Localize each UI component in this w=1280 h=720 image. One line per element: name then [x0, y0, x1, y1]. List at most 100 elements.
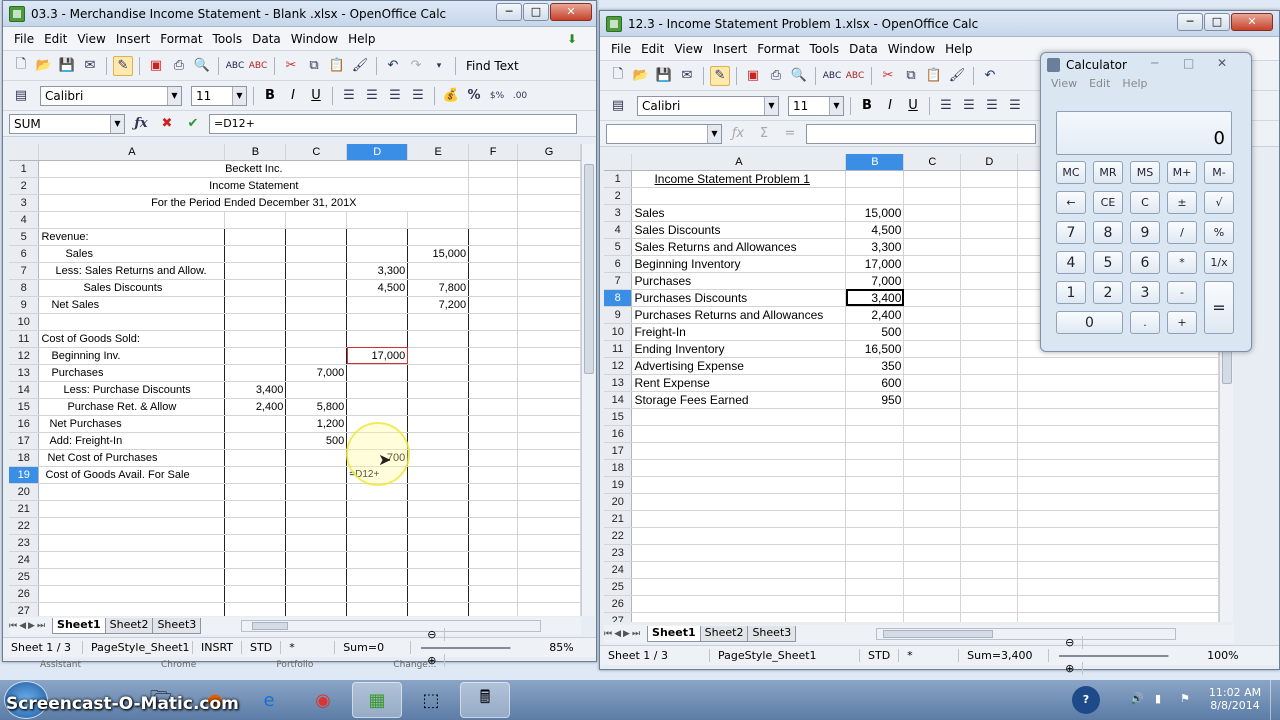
cell-f24[interactable] — [468, 551, 519, 569]
tab-sheet3[interactable]: Sheet3 — [747, 626, 797, 642]
cell-b20[interactable] — [845, 493, 905, 511]
export-pdf-icon[interactable]: ▣ — [146, 56, 166, 76]
cell-c7[interactable] — [903, 272, 962, 290]
cell-b24[interactable] — [224, 551, 287, 569]
row-header[interactable]: 14 — [604, 391, 633, 409]
cell-f4[interactable] — [468, 211, 519, 229]
percent-format-icon[interactable]: % — [464, 86, 484, 106]
row-header[interactable]: 11 — [9, 330, 40, 348]
cell-b25[interactable] — [845, 578, 905, 596]
row-header[interactable]: 1 — [604, 170, 633, 188]
cell-a9[interactable]: Net Sales — [38, 296, 226, 314]
cell-g5[interactable] — [517, 228, 581, 246]
cell-a17[interactable] — [631, 442, 847, 460]
cell-g12[interactable] — [517, 347, 581, 365]
zoom-minus-icon[interactable]: ⊖ — [1057, 636, 1084, 649]
calc-button-sqrt[interactable]: √ — [1204, 191, 1234, 214]
row-header[interactable]: 5 — [9, 228, 40, 246]
calc-button-8[interactable]: 8 — [1093, 221, 1123, 244]
print-preview-icon[interactable]: 🔍 — [192, 56, 212, 76]
cell-d13[interactable] — [960, 374, 1019, 392]
minimize-button[interactable]: ─ — [496, 3, 522, 21]
cell-b8[interactable] — [224, 279, 287, 297]
align-left-icon[interactable]: ☰ — [936, 96, 956, 116]
row-header[interactable]: 12 — [9, 347, 40, 365]
cell-b16[interactable] — [224, 415, 287, 433]
cell-d3[interactable] — [960, 204, 1019, 222]
cell-e4[interactable] — [407, 211, 470, 229]
cell-e14[interactable] — [1017, 391, 1219, 409]
show-desktop-button[interactable] — [1270, 680, 1280, 720]
cell-c3[interactable] — [903, 204, 962, 222]
cell-c4[interactable] — [903, 221, 962, 239]
row-header[interactable]: 4 — [9, 211, 40, 229]
cell-g27[interactable] — [517, 602, 581, 616]
cell-b7[interactable]: 7,000 — [845, 272, 905, 290]
cell-f16[interactable] — [468, 415, 519, 433]
cell-g8[interactable] — [517, 279, 581, 297]
cell-c19[interactable] — [285, 466, 348, 484]
column-header-g[interactable]: G — [517, 144, 581, 161]
row-header[interactable]: 27 — [9, 602, 40, 616]
cell-g1[interactable] — [517, 160, 581, 178]
cell-e23[interactable] — [1017, 544, 1219, 562]
copy-icon[interactable]: ⧉ — [304, 56, 324, 76]
cell-a20[interactable] — [631, 493, 847, 511]
cell-a4[interactable]: Sales Discounts — [631, 221, 847, 239]
cell-c16[interactable]: 1,200 — [285, 415, 348, 433]
cell-e24[interactable] — [407, 551, 470, 569]
status-selection-mode[interactable]: STD — [242, 641, 282, 654]
align-right-icon[interactable]: ☰ — [385, 86, 405, 106]
cell-d7[interactable]: 3,300 — [346, 262, 409, 280]
print-preview-icon[interactable]: 🔍 — [789, 66, 809, 86]
cell-e5[interactable] — [407, 228, 470, 246]
cell-d6[interactable] — [346, 245, 409, 263]
row-header[interactable]: 26 — [9, 585, 40, 603]
cell-e27[interactable] — [1017, 612, 1219, 622]
cell-b18[interactable] — [224, 449, 287, 467]
corner-cell[interactable] — [604, 154, 633, 171]
cell-b18[interactable] — [845, 459, 905, 477]
cell-a24[interactable] — [38, 551, 226, 569]
calc-button-ms[interactable]: MS — [1130, 161, 1160, 184]
cell-e24[interactable] — [1017, 561, 1219, 579]
cell-f14[interactable] — [468, 381, 519, 399]
cell-d19[interactable] — [960, 476, 1019, 494]
cell-b22[interactable] — [845, 527, 905, 545]
cell-e13[interactable] — [407, 364, 470, 382]
undo-icon[interactable]: ↶ — [383, 56, 403, 76]
calc-button-clear[interactable]: C — [1130, 191, 1160, 214]
status-zoom[interactable]: 100% — [1199, 649, 1246, 662]
redo-icon[interactable]: ↷ — [406, 56, 426, 76]
taskbar-chrome-icon[interactable]: ◉ — [298, 682, 348, 718]
cell-a18[interactable]: Net Cost of Purchases — [38, 449, 226, 467]
styles-icon[interactable]: ▤ — [608, 96, 628, 116]
cell-e10[interactable] — [407, 313, 470, 331]
cell-c9[interactable] — [903, 306, 962, 324]
cell-e18[interactable] — [407, 449, 470, 467]
cell-e15[interactable] — [1017, 408, 1219, 426]
save-icon[interactable]: 💾 — [654, 66, 674, 86]
cell-f6[interactable] — [468, 245, 519, 263]
cell-b4[interactable] — [224, 211, 287, 229]
cell-a19[interactable] — [631, 476, 847, 494]
cell-a25[interactable] — [631, 578, 847, 596]
cell-g15[interactable] — [517, 398, 581, 416]
cell-c17[interactable] — [903, 442, 962, 460]
cell-a8[interactable]: Sales Discounts — [38, 279, 226, 297]
cell-a3[interactable]: For the Period Ended December 31, 201X — [38, 194, 470, 212]
cell-g3[interactable] — [517, 194, 581, 212]
calc-button-backspace[interactable]: ← — [1056, 191, 1086, 214]
cell-a2[interactable] — [631, 187, 847, 205]
name-box[interactable]: SUM ▼ — [9, 113, 125, 134]
cell-d5[interactable] — [960, 238, 1019, 256]
open-folder-icon[interactable]: 📂 — [34, 56, 54, 76]
email-icon[interactable]: ✉ — [80, 56, 100, 76]
cell-c17[interactable]: 500 — [285, 432, 348, 450]
cell-b11[interactable] — [224, 330, 287, 348]
cell-f12[interactable] — [468, 347, 519, 365]
row-header[interactable]: 6 — [604, 255, 633, 273]
cell-c24[interactable] — [285, 551, 348, 569]
cell-d16[interactable] — [960, 425, 1019, 443]
cell-f18[interactable] — [468, 449, 519, 467]
